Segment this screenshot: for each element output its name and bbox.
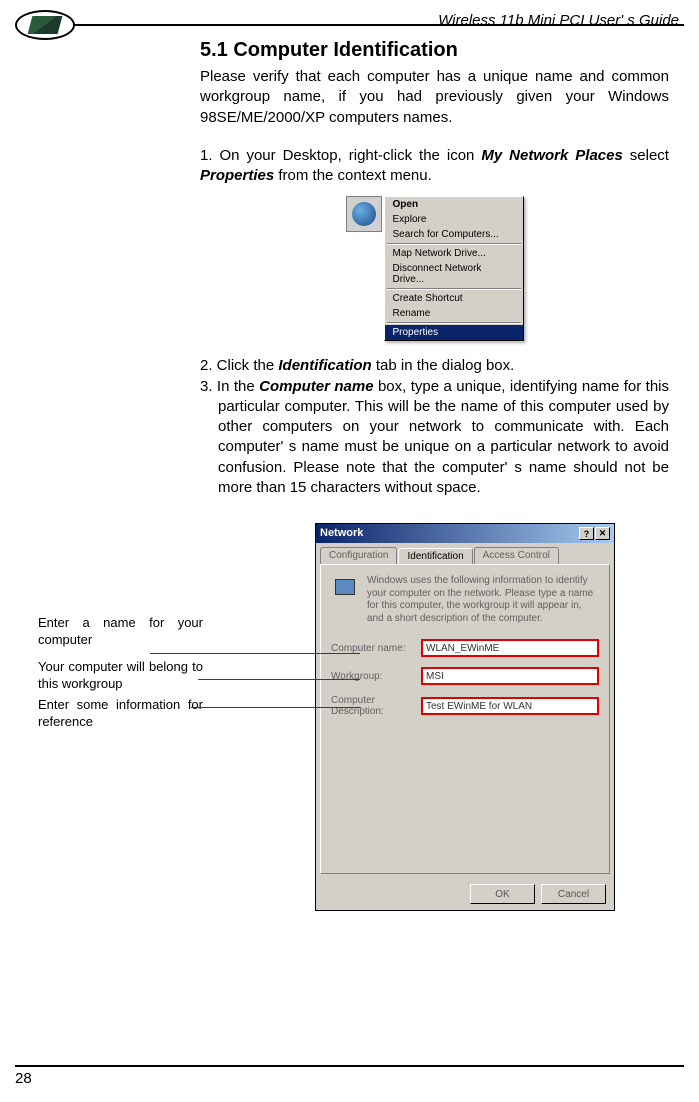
computer-name-label: Computer name:: [331, 643, 421, 654]
context-menu: Open Explore Search for Computers... Map…: [384, 196, 524, 341]
step1-text: 1. On your Desktop, right-click the icon: [200, 147, 481, 164]
tab-configuration[interactable]: Configuration: [320, 547, 397, 564]
dialog-figure: Enter a name for your computer Your comp…: [200, 523, 669, 943]
cancel-button[interactable]: Cancel: [541, 884, 606, 904]
logo-icon: [28, 16, 63, 34]
callout-workgroup: Your computer will belong to this workgr…: [38, 659, 203, 693]
menu-separator: [387, 288, 521, 290]
menu-separator: [387, 322, 521, 324]
section-heading: 5.1 Computer Identification: [200, 39, 669, 62]
computer-name-input[interactable]: WLAN_EWinME: [421, 639, 599, 657]
step3-bold-computer-name: Computer name: [259, 378, 373, 395]
step2-bold-identification: Identification: [278, 357, 371, 374]
description-input[interactable]: Test EWinME for WLAN: [421, 697, 599, 715]
step1-text3: from the context menu.: [274, 167, 432, 184]
step-3: 3. In the Computer name box, type a uniq…: [200, 377, 669, 499]
main-content: 5.1 Computer Identification Please verif…: [0, 39, 699, 943]
step1-bold-properties: Properties: [200, 167, 274, 184]
tab-access-control[interactable]: Access Control: [474, 547, 559, 564]
leader-line: [198, 679, 360, 680]
menu-item-properties[interactable]: Properties: [385, 325, 523, 340]
help-button[interactable]: ?: [579, 527, 594, 540]
logo-oval: [15, 10, 75, 40]
close-button[interactable]: ✕: [595, 527, 610, 540]
menu-item-disconnect-drive[interactable]: Disconnect Network Drive...: [385, 261, 523, 287]
step-2: 2. Click the Identification tab in the d…: [200, 356, 669, 376]
my-network-places-icon: [346, 196, 382, 232]
computer-icon: [331, 575, 359, 603]
dialog-info-text: Windows uses the following information t…: [367, 575, 599, 625]
menu-separator: [387, 243, 521, 245]
intro-paragraph: Please verify that each computer has a u…: [200, 67, 669, 128]
menu-item-search[interactable]: Search for Computers...: [385, 227, 523, 242]
leader-line: [191, 707, 361, 708]
callout-description: Enter some information for reference: [38, 697, 203, 731]
step-1: 1. On your Desktop, right-click the icon…: [200, 146, 669, 187]
dialog-titlebar: Network ? ✕: [316, 524, 614, 543]
ok-button[interactable]: OK: [470, 884, 535, 904]
page-number: 28: [15, 1070, 32, 1087]
dialog-title: Network: [320, 527, 363, 540]
workgroup-input[interactable]: MSI: [421, 667, 599, 685]
menu-item-create-shortcut[interactable]: Create Shortcut: [385, 291, 523, 306]
context-menu-figure: Open Explore Search for Computers... Map…: [200, 196, 669, 341]
step3-text2: box, type a unique, identifying name for…: [218, 378, 669, 496]
menu-item-rename[interactable]: Rename: [385, 306, 523, 321]
menu-item-open[interactable]: Open: [385, 197, 523, 212]
globe-icon: [352, 202, 376, 226]
dialog-tabs: Configuration Identification Access Cont…: [316, 543, 614, 564]
network-dialog: Network ? ✕ Configuration Identification…: [315, 523, 615, 911]
menu-item-map-drive[interactable]: Map Network Drive...: [385, 246, 523, 261]
step1-bold-network-places: My Network Places: [481, 147, 622, 164]
step3-text: 3. In the: [200, 378, 259, 395]
callout-computer-name: Enter a name for your computer: [38, 615, 203, 649]
tab-identification[interactable]: Identification: [398, 548, 472, 565]
step1-text2: select: [623, 147, 669, 164]
dialog-body: Windows uses the following information t…: [320, 564, 610, 874]
step2-text2: tab in the dialog box.: [372, 357, 515, 374]
description-label: Computer Description:: [331, 695, 421, 717]
step2-text: 2. Click the: [200, 357, 278, 374]
header-title: Wireless 11b Mini PCI User' s Guide: [0, 12, 699, 29]
page-footer: 28: [15, 1065, 684, 1087]
menu-item-explore[interactable]: Explore: [385, 212, 523, 227]
leader-line: [150, 653, 360, 654]
